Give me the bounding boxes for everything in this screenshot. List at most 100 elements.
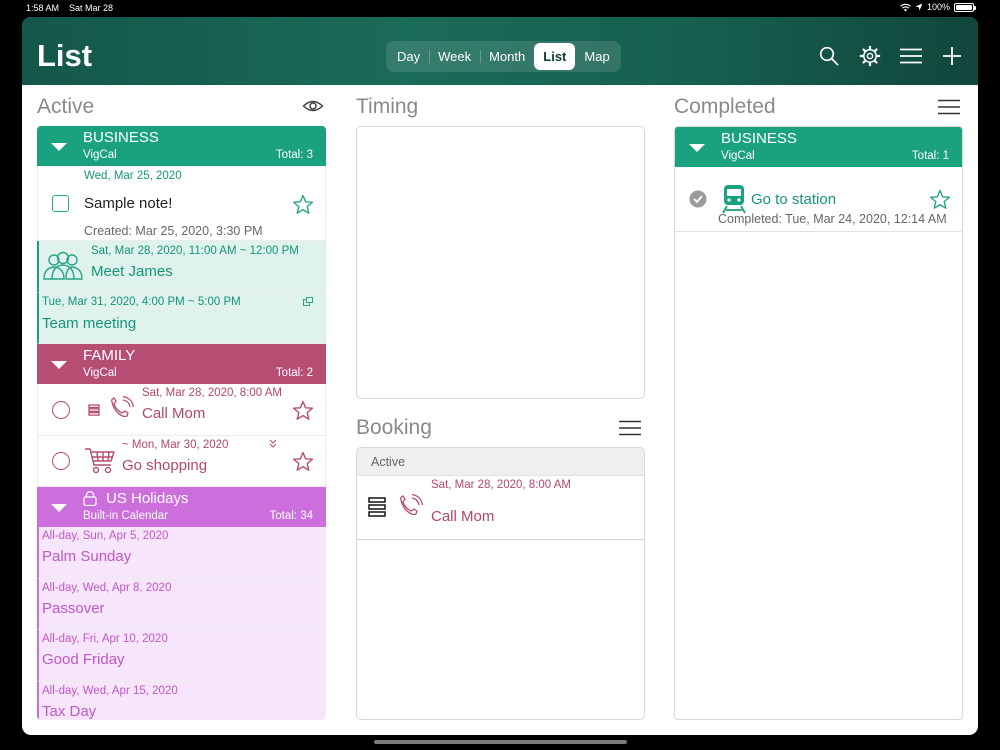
- people-icon: [43, 251, 83, 280]
- header-bar: List Day Week Month List Map: [22, 17, 978, 85]
- group-header-holidays[interactable]: US Holidays Built-in Calendar Total: 34: [37, 487, 326, 527]
- tab-map[interactable]: Map: [575, 43, 618, 70]
- task-checkbox[interactable]: [52, 401, 70, 419]
- active-title: Active: [37, 95, 95, 118]
- group-source: Built-in Calendar: [83, 510, 169, 522]
- booking-title: Booking: [356, 416, 432, 439]
- status-time: 1:58 AM: [26, 3, 60, 13]
- booking-section-label: Active: [371, 455, 406, 469]
- holiday-time: All-day, Fri, Apr 10, 2020: [42, 633, 168, 645]
- status-bar: 1:58 AM Sat Mar 28 100%: [0, 0, 1000, 16]
- tab-week[interactable]: Week: [429, 43, 480, 70]
- holiday-time: All-day, Wed, Apr 8, 2020: [42, 582, 172, 594]
- group-header-business[interactable]: BUSINESS VigCal Total: 1: [675, 127, 962, 167]
- timing-title: Timing: [356, 95, 419, 118]
- booking-item-call-mom[interactable]: Sat, Mar 28, 2020, 8:00 AM Call Mom: [357, 476, 644, 540]
- lock-icon: [83, 491, 97, 506]
- collapse-triangle-icon[interactable]: [51, 504, 67, 512]
- holiday-time: All-day, Wed, Apr 15, 2020: [42, 685, 178, 697]
- list-item-go-to-station[interactable]: Go to station Completed: Tue, Mar 24, 20…: [675, 167, 962, 232]
- group-name: BUSINESS: [721, 130, 797, 147]
- collapse-triangle-icon[interactable]: [689, 144, 705, 152]
- list-item-holiday[interactable]: All-day, Fri, Apr 10, 2020 Good Friday: [37, 630, 326, 682]
- task-title: Go shopping: [122, 457, 208, 474]
- group-total: Total: 2: [275, 367, 313, 379]
- collapse-triangle-icon[interactable]: [51, 143, 67, 151]
- group-source: VigCal: [721, 150, 755, 162]
- group-source: VigCal: [83, 149, 117, 161]
- list-item-call-mom[interactable]: Sat, Mar 28, 2020, 8:00 AM Call Mom: [37, 384, 326, 436]
- list-item-go-shopping[interactable]: ~ Mon, Mar 30, 2020 Go shopping: [37, 436, 326, 487]
- eye-icon: [302, 100, 324, 112]
- booking-menu-button[interactable]: [619, 420, 641, 436]
- booking-panel: Active Sat, Mar 28, 2020, 8:00 AM Call M…: [356, 447, 645, 720]
- menu-icon: [900, 48, 922, 64]
- page-title: List: [37, 38, 93, 73]
- event-time: Sat, Mar 28, 2020, 11:00 AM ~ 12:00 PM: [91, 245, 299, 257]
- group-header-business[interactable]: BUSINESS VigCal Total: 3: [37, 126, 326, 166]
- app-window: List Day Week Month List Map Active BUSI…: [22, 17, 978, 735]
- list-item-holiday[interactable]: All-day, Sun, Apr 5, 2020 Palm Sunday: [37, 527, 326, 579]
- event-time: Tue, Mar 31, 2020, 4:00 PM ~ 5:00 PM: [42, 296, 241, 308]
- status-date: Sat Mar 28: [69, 3, 114, 13]
- event-title: Team meeting: [42, 315, 137, 332]
- completed-title: Completed: [674, 95, 776, 118]
- note-checkbox[interactable]: [52, 195, 69, 212]
- phone-icon: [111, 395, 135, 418]
- tab-month[interactable]: Month: [480, 43, 534, 70]
- note-text: Sample note!: [84, 195, 173, 212]
- note-created: Created: Mar 25, 2020, 3:30 PM: [84, 224, 263, 238]
- star-icon[interactable]: [292, 451, 314, 472]
- visibility-button[interactable]: [302, 97, 324, 115]
- star-icon[interactable]: [292, 400, 314, 421]
- task-checkbox[interactable]: [52, 452, 70, 470]
- search-button[interactable]: [817, 44, 841, 68]
- battery-icon: [954, 2, 976, 12]
- completed-list: BUSINESS VigCal Total: 1 Go to station C…: [674, 126, 963, 720]
- tab-list[interactable]: List: [534, 43, 576, 70]
- list-item-team-meeting[interactable]: Tue, Mar 31, 2020, 4:00 PM ~ 5:00 PM Tea…: [37, 293, 326, 344]
- copy-icon: [303, 297, 313, 306]
- settings-button[interactable]: [858, 44, 882, 68]
- active-list: BUSINESS VigCal Total: 3 Wed, Mar 25, 20…: [37, 126, 326, 720]
- list-item-holiday[interactable]: All-day, Wed, Apr 15, 2020 Tax Day: [37, 682, 326, 720]
- task-time: ~ Mon, Mar 30, 2020: [122, 439, 229, 451]
- task-time: Sat, Mar 28, 2020, 8:00 AM: [142, 387, 282, 399]
- list-item-meet-james[interactable]: Sat, Mar 28, 2020, 11:00 AM ~ 12:00 PM M…: [37, 241, 326, 293]
- holiday-title: Palm Sunday: [42, 548, 132, 565]
- booking-time: Sat, Mar 28, 2020, 8:00 AM: [431, 479, 571, 491]
- menu-icon: [619, 420, 641, 436]
- search-icon: [819, 46, 839, 66]
- list-item-note[interactable]: Wed, Mar 25, 2020 Sample note! Created: …: [37, 166, 326, 241]
- location-icon: [915, 3, 923, 11]
- star-icon[interactable]: [929, 189, 951, 210]
- group-name: FAMILY: [83, 347, 136, 364]
- list-item-holiday[interactable]: All-day, Wed, Apr 8, 2020 Passover: [37, 579, 326, 630]
- collapse-triangle-icon[interactable]: [51, 361, 67, 369]
- event-title: Meet James: [91, 263, 173, 280]
- holiday-title: Passover: [42, 600, 105, 617]
- train-icon: [722, 185, 746, 214]
- completed-item-title: Go to station: [751, 191, 837, 208]
- booking-item-title: Call Mom: [431, 508, 495, 525]
- group-header-family[interactable]: FAMILY VigCal Total: 2: [37, 344, 326, 384]
- add-button[interactable]: [940, 44, 964, 68]
- check-circle-icon[interactable]: [689, 190, 707, 208]
- home-indicator[interactable]: [374, 740, 627, 744]
- timing-panel: [356, 126, 645, 399]
- wifi-icon: [900, 3, 911, 11]
- group-name: US Holidays: [106, 490, 189, 507]
- gear-icon: [859, 45, 881, 67]
- completed-menu-button[interactable]: [938, 99, 960, 115]
- repeat-icon: [269, 439, 277, 448]
- holiday-time: All-day, Sun, Apr 5, 2020: [42, 530, 169, 542]
- group-total: Total: 1: [911, 150, 949, 162]
- menu-button[interactable]: [899, 44, 923, 68]
- holiday-title: Tax Day: [42, 703, 97, 720]
- tab-day[interactable]: Day: [388, 43, 429, 70]
- priority-icon: [368, 497, 386, 517]
- status-right: 100%: [900, 2, 976, 12]
- priority-icon: [88, 404, 100, 416]
- star-icon[interactable]: [292, 194, 314, 215]
- menu-icon: [938, 99, 960, 115]
